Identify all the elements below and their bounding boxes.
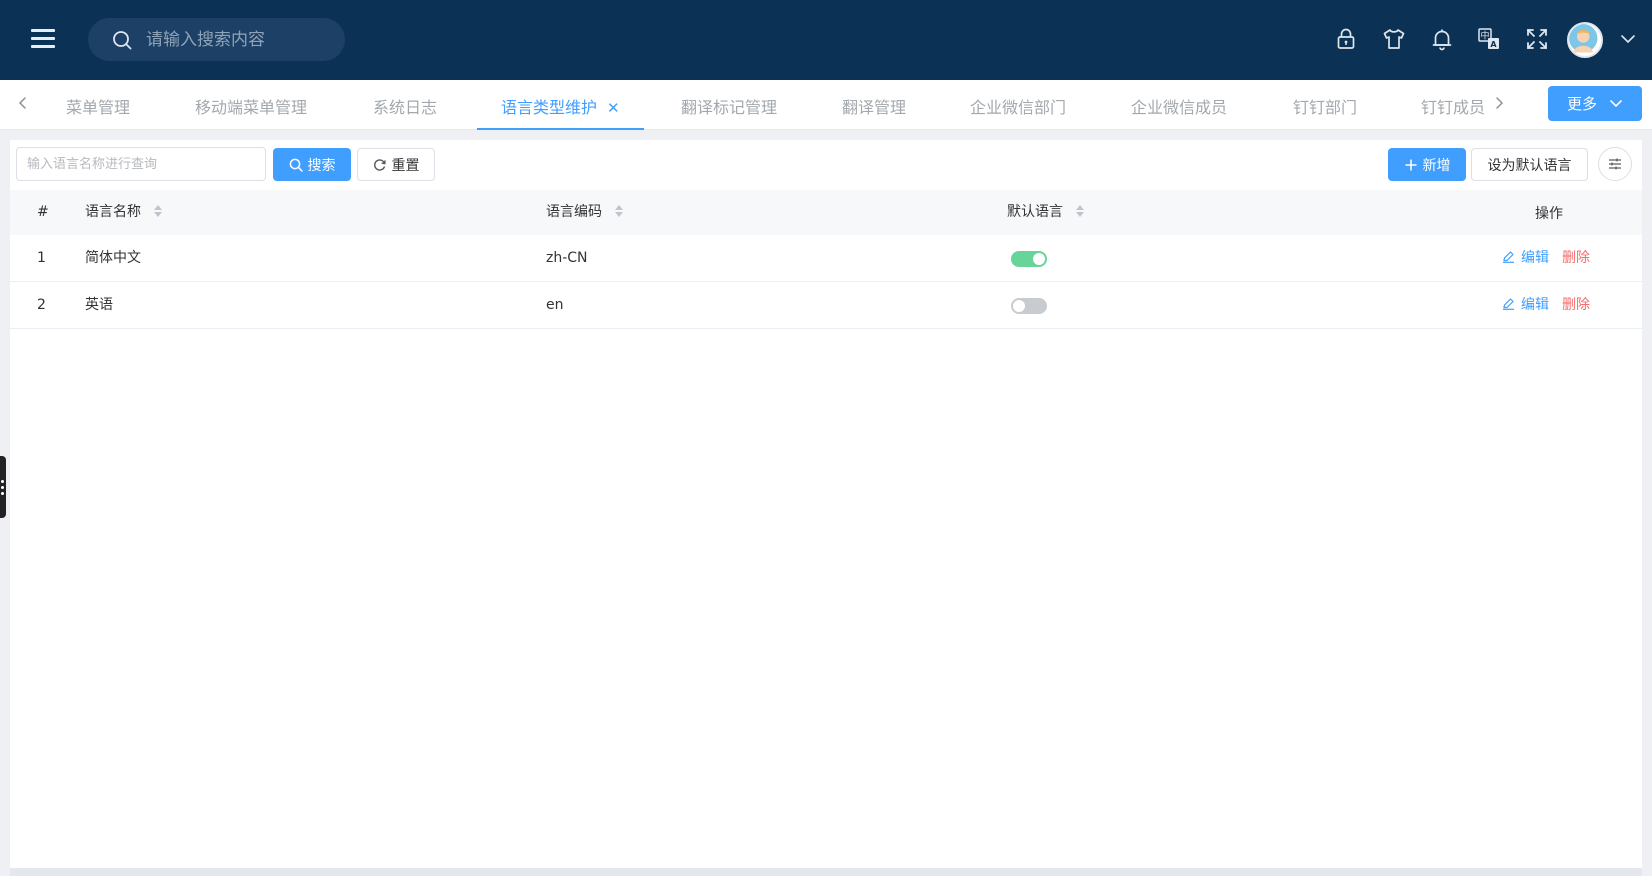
delete-link[interactable]: 删除 — [1562, 282, 1590, 329]
shirt-icon[interactable] — [1381, 26, 1407, 52]
sort-icon[interactable] — [614, 203, 624, 219]
col-language-name-header[interactable]: 语言名称 — [85, 190, 163, 235]
top-header: 中A — [0, 0, 1652, 80]
language-name-query-input[interactable] — [16, 147, 266, 181]
lock-icon[interactable] — [1333, 26, 1359, 52]
close-icon[interactable]: ✕ — [607, 80, 620, 136]
default-language-switch[interactable] — [1011, 298, 1047, 314]
chevron-down-icon[interactable] — [1620, 32, 1636, 46]
table-row: 1 简体中文 zh-CN 编辑 删除 — [10, 235, 1642, 282]
edit-icon — [1503, 297, 1514, 310]
sort-icon[interactable] — [153, 203, 163, 219]
language-name-cell: 简体中文 — [85, 250, 141, 266]
edit-label: 编辑 — [1521, 250, 1549, 266]
reset-button-label: 重置 — [391, 157, 420, 174]
tab-bar: 菜单管理 移动端菜单管理 系统日志 语言类型维护 ✕ 翻译标记管理 翻译管理 企业… — [0, 80, 1652, 130]
sort-icon[interactable] — [1075, 203, 1085, 219]
edit-link[interactable]: 编辑 — [1502, 282, 1549, 329]
add-button[interactable]: 新增 — [1388, 148, 1466, 181]
row-index: 2 — [37, 297, 46, 313]
tab-translation-management[interactable]: 翻译管理 — [842, 80, 906, 130]
col-label: 默认语言 — [1007, 204, 1063, 220]
row-index: 1 — [37, 250, 46, 266]
col-index-header: # — [37, 204, 49, 220]
horizontal-scrollbar[interactable] — [10, 868, 1642, 876]
tab-scroll-left-icon[interactable] — [14, 94, 32, 112]
refresh-icon — [373, 158, 386, 171]
translate-icon[interactable]: 中A — [1476, 26, 1502, 52]
col-label: 语言编码 — [546, 204, 602, 220]
global-search — [88, 18, 345, 61]
fullscreen-icon[interactable] — [1524, 26, 1550, 52]
language-code-cell: zh-CN — [546, 250, 588, 266]
search-icon — [289, 158, 303, 172]
tab-dingtalk-members[interactable]: 钉钉成员 — [1421, 80, 1485, 130]
tab-scroll-right-icon[interactable] — [1490, 94, 1508, 112]
add-button-label: 新增 — [1422, 157, 1451, 174]
set-default-language-button[interactable]: 设为默认语言 — [1471, 148, 1588, 181]
avatar[interactable] — [1567, 22, 1603, 58]
search-button[interactable]: 搜索 — [273, 148, 351, 181]
reset-button[interactable]: 重置 — [357, 148, 435, 181]
col-language-code-header[interactable]: 语言编码 — [546, 190, 624, 235]
sliders-icon — [1609, 158, 1621, 170]
drag-handle[interactable] — [0, 456, 6, 518]
tab-wecom-members[interactable]: 企业微信成员 — [1131, 80, 1227, 130]
table-row: 2 英语 en 编辑 删除 — [10, 282, 1642, 329]
set-default-language-label: 设为默认语言 — [1487, 157, 1572, 174]
tab-language-type[interactable]: 语言类型维护 ✕ — [477, 80, 644, 130]
bell-icon[interactable] — [1429, 26, 1455, 52]
svg-text:A: A — [1490, 40, 1497, 49]
column-settings-button[interactable] — [1598, 147, 1632, 181]
global-search-input[interactable] — [146, 18, 336, 61]
menu-toggle-icon[interactable] — [28, 26, 58, 52]
search-button-label: 搜索 — [307, 157, 336, 174]
delete-link[interactable]: 删除 — [1562, 235, 1590, 282]
col-label: 语言名称 — [85, 204, 141, 220]
more-label: 更多 — [1566, 95, 1597, 113]
tab-system-log[interactable]: 系统日志 — [373, 80, 437, 130]
chevron-down-icon — [1610, 99, 1622, 107]
default-language-switch[interactable] — [1011, 251, 1047, 267]
more-tabs-button[interactable]: 更多 — [1548, 86, 1642, 121]
edit-icon — [1503, 250, 1514, 263]
tab-label: 语言类型维护 — [501, 98, 598, 117]
edit-link[interactable]: 编辑 — [1502, 235, 1549, 282]
language-code-cell: en — [546, 297, 564, 313]
tab-wecom-departments[interactable]: 企业微信部门 — [970, 80, 1066, 130]
tab-translation-tag-management[interactable]: 翻译标记管理 — [681, 80, 777, 130]
plus-icon — [1405, 159, 1416, 170]
tab-mobile-menu-management[interactable]: 移动端菜单管理 — [195, 80, 307, 130]
tab-menu-management[interactable]: 菜单管理 — [66, 80, 130, 130]
col-default-language-header[interactable]: 默认语言 — [1007, 190, 1085, 235]
language-name-cell: 英语 — [85, 297, 113, 313]
table-header: # 语言名称 语言编码 默认语言 操作 — [10, 190, 1642, 235]
search-icon — [113, 31, 132, 50]
edit-label: 编辑 — [1521, 297, 1549, 313]
col-actions-header: 操作 — [1535, 206, 1563, 222]
tab-dingtalk-departments[interactable]: 钉钉部门 — [1293, 80, 1357, 130]
